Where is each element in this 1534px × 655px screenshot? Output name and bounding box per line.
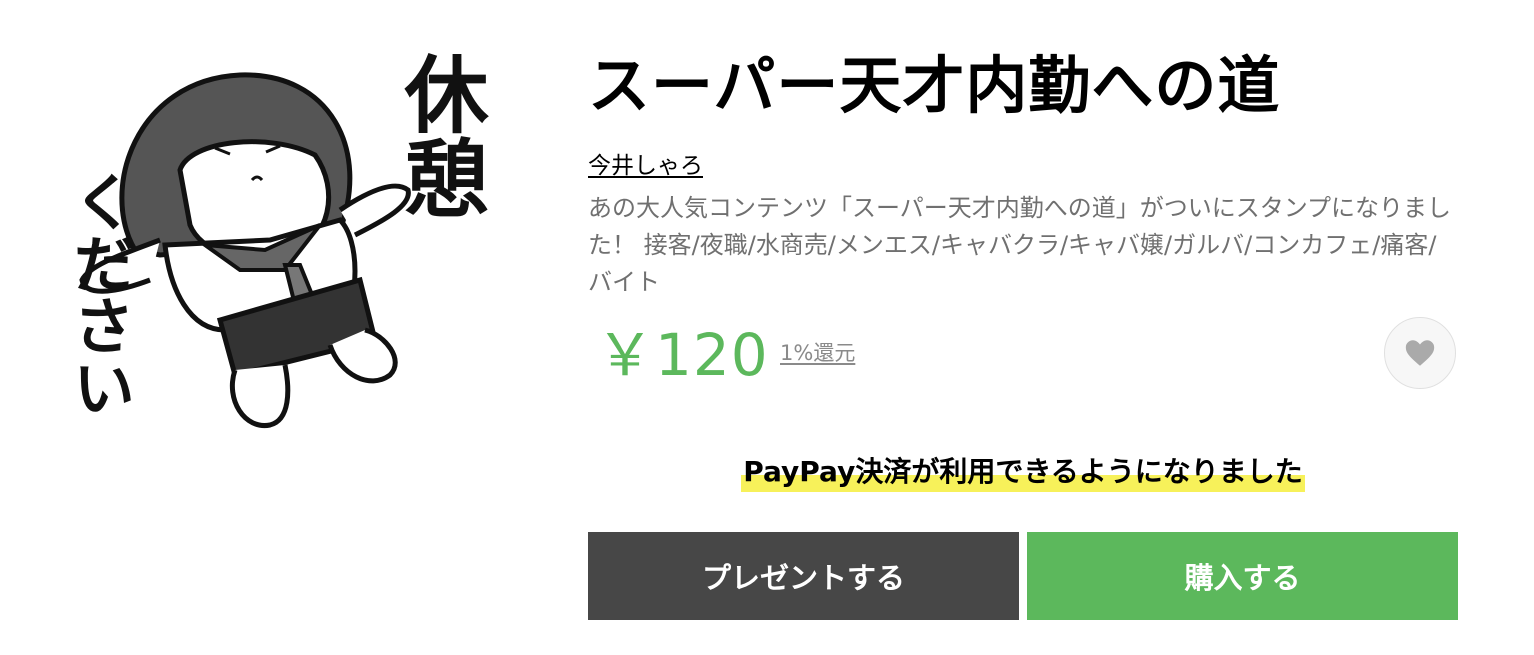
price-row: ￥120 1%還元 <box>588 315 1458 395</box>
heart-icon <box>1405 340 1435 366</box>
price: ￥120 <box>596 321 769 389</box>
cashback-link[interactable]: 1%還元 <box>780 337 855 367</box>
buy-button[interactable]: 購入する <box>1027 532 1458 620</box>
product-info: スーパー天才内勤への道 今井しゃろ あの大人気コンテンツ「スーパー天才内勤への道… <box>588 40 1458 395</box>
sticker-image: 休憩 ください <box>40 40 520 460</box>
notice-banner: PayPay決済が利用できるようになりました <box>588 452 1458 492</box>
author-link[interactable]: 今井しゃろ <box>588 146 703 180</box>
sticker-text-right: 休憩 <box>391 51 489 219</box>
favorite-button[interactable] <box>1384 317 1456 389</box>
paypay-notice: PayPay決済が利用できるようになりました <box>741 452 1305 492</box>
sticker-text-left: ください <box>62 170 135 418</box>
product-title: スーパー天才内勤への道 <box>588 49 1281 122</box>
product-description: あの大人気コンテンツ「スーパー天才内勤への道」がついにスタンプになりました！ 接… <box>588 194 1452 296</box>
gift-button[interactable]: プレゼントする <box>588 532 1019 620</box>
